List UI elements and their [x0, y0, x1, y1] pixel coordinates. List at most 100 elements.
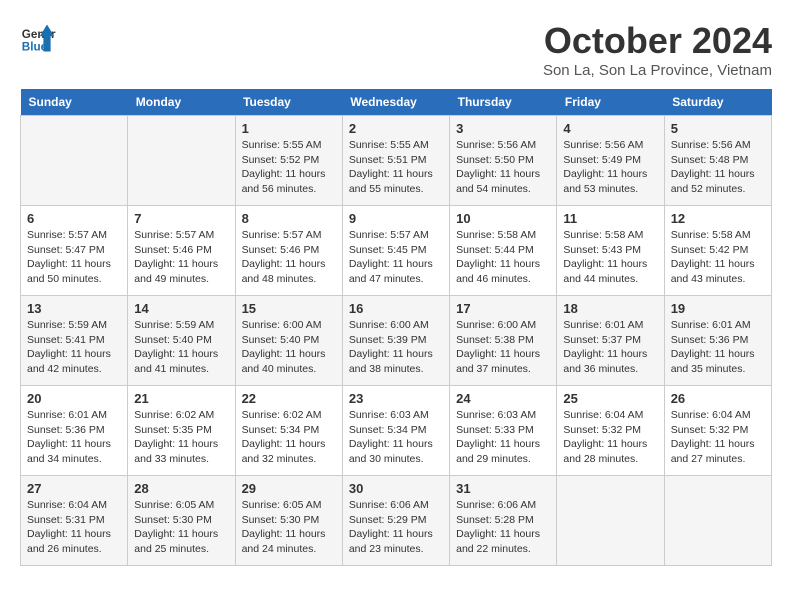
logo: General Blue: [20, 20, 56, 56]
weekday-header-row: SundayMondayTuesdayWednesdayThursdayFrid…: [21, 89, 772, 116]
calendar-cell: 24Sunrise: 6:03 AM Sunset: 5:33 PM Dayli…: [450, 386, 557, 476]
calendar-cell: 7Sunrise: 5:57 AM Sunset: 5:46 PM Daylig…: [128, 206, 235, 296]
day-info: Sunrise: 5:59 AM Sunset: 5:41 PM Dayligh…: [27, 318, 121, 377]
calendar-cell: 23 Sunrise: 6:03 AM Sunset: 5:34 PM Dayli…: [342, 386, 449, 476]
day-info: Sunrise: 5:58 AM Sunset: 5:44 PM Dayligh…: [456, 228, 550, 287]
day-number: 8: [242, 211, 336, 226]
calendar-cell: 18 Sunrise: 6:01 AM Sunset: 5:37 PM Dayli…: [557, 296, 664, 386]
calendar-cell: 14 Sunrise: 5:59 AM Sunset: 5:40 PM Dayli…: [128, 296, 235, 386]
day-info: Sunrise: 6:04 AM Sunset: 5:31 PM Dayligh…: [27, 498, 121, 557]
day-info: Sunrise: 6:05 AM Sunset: 5:30 PM Dayligh…: [134, 498, 228, 557]
calendar-cell: 16 Sunrise: 6:00 AM Sunset: 5:39 PM Dayli…: [342, 296, 449, 386]
calendar-cell: 4 Sunrise: 5:56 AM Sunset: 5:49 PM Daylig…: [557, 116, 664, 206]
calendar-cell: 20 Sunrise: 6:01 AM Sunset: 5:36 PM Dayli…: [21, 386, 128, 476]
day-info: Sunrise: 6:02 AM Sunset: 5:34 PM Dayligh…: [242, 408, 336, 467]
calendar-cell: 30 Sunrise: 6:06 AM Sunset: 5:29 PM Dayli…: [342, 476, 449, 566]
day-info: Sunrise: 6:03 AM Sunset: 5:34 PM Dayligh…: [349, 408, 443, 467]
day-info: Sunrise: 6:02 AM Sunset: 5:35 PM Dayligh…: [134, 408, 228, 467]
day-number: 6: [27, 211, 121, 226]
calendar-cell: [557, 476, 664, 566]
calendar-cell: 12 Sunrise: 5:58 AM Sunset: 5:42 PM Dayli…: [664, 206, 771, 296]
day-info: Sunrise: 6:01 AM Sunset: 5:36 PM Dayligh…: [671, 318, 765, 377]
day-info: Sunrise: 5:59 AM Sunset: 5:40 PM Dayligh…: [134, 318, 228, 377]
day-number: 25: [563, 391, 657, 406]
day-info: Sunrise: 6:01 AM Sunset: 5:37 PM Dayligh…: [563, 318, 657, 377]
weekday-header: Wednesday: [342, 89, 449, 116]
calendar-cell: 8 Sunrise: 5:57 AM Sunset: 5:46 PM Daylig…: [235, 206, 342, 296]
day-info: Sunrise: 5:58 AM Sunset: 5:43 PM Dayligh…: [563, 228, 657, 287]
day-number: 29: [242, 481, 336, 496]
day-info: Sunrise: 5:57 AM Sunset: 5:46 PM Dayligh…: [242, 228, 336, 287]
calendar-cell: 1Sunrise: 5:55 AM Sunset: 5:52 PM Daylig…: [235, 116, 342, 206]
calendar-week-row: 20 Sunrise: 6:01 AM Sunset: 5:36 PM Dayli…: [21, 386, 772, 476]
title-area: October 2024 Son La, Son La Province, Vi…: [543, 20, 772, 79]
location-subtitle: Son La, Son La Province, Vietnam: [543, 62, 772, 79]
day-number: 18: [563, 301, 657, 316]
calendar-cell: 19 Sunrise: 6:01 AM Sunset: 5:36 PM Dayli…: [664, 296, 771, 386]
day-info: Sunrise: 6:00 AM Sunset: 5:38 PM Dayligh…: [456, 318, 550, 377]
calendar-cell: 29 Sunrise: 6:05 AM Sunset: 5:30 PM Dayli…: [235, 476, 342, 566]
day-info: Sunrise: 5:57 AM Sunset: 5:45 PM Dayligh…: [349, 228, 443, 287]
day-number: 15: [242, 301, 336, 316]
day-info: Sunrise: 5:56 AM Sunset: 5:50 PM Dayligh…: [456, 138, 550, 197]
day-number: 22: [242, 391, 336, 406]
day-info: Sunrise: 5:58 AM Sunset: 5:42 PM Dayligh…: [671, 228, 765, 287]
calendar-cell: 15 Sunrise: 6:00 AM Sunset: 5:40 PM Dayli…: [235, 296, 342, 386]
calendar-cell: 26Sunrise: 6:04 AM Sunset: 5:32 PM Dayli…: [664, 386, 771, 476]
day-number: 23: [349, 391, 443, 406]
calendar-cell: 3Sunrise: 5:56 AM Sunset: 5:50 PM Daylig…: [450, 116, 557, 206]
day-info: Sunrise: 6:04 AM Sunset: 5:32 PM Dayligh…: [671, 408, 765, 467]
calendar-cell: 28 Sunrise: 6:05 AM Sunset: 5:30 PM Dayli…: [128, 476, 235, 566]
day-info: Sunrise: 5:56 AM Sunset: 5:49 PM Dayligh…: [563, 138, 657, 197]
day-number: 5: [671, 121, 765, 136]
day-number: 16: [349, 301, 443, 316]
day-info: Sunrise: 5:56 AM Sunset: 5:48 PM Dayligh…: [671, 138, 765, 197]
day-info: Sunrise: 6:04 AM Sunset: 5:32 PM Dayligh…: [563, 408, 657, 467]
calendar-cell: 6 Sunrise: 5:57 AM Sunset: 5:47 PM Daylig…: [21, 206, 128, 296]
day-number: 21: [134, 391, 228, 406]
calendar-cell: [664, 476, 771, 566]
day-number: 9: [349, 211, 443, 226]
day-info: Sunrise: 6:03 AM Sunset: 5:33 PM Dayligh…: [456, 408, 550, 467]
calendar-cell: [21, 116, 128, 206]
month-title: October 2024: [543, 20, 772, 62]
day-number: 27: [27, 481, 121, 496]
weekday-header: Monday: [128, 89, 235, 116]
day-info: Sunrise: 6:06 AM Sunset: 5:29 PM Dayligh…: [349, 498, 443, 557]
calendar-cell: 17Sunrise: 6:00 AM Sunset: 5:38 PM Dayli…: [450, 296, 557, 386]
day-info: Sunrise: 6:01 AM Sunset: 5:36 PM Dayligh…: [27, 408, 121, 467]
weekday-header: Sunday: [21, 89, 128, 116]
logo-icon: General Blue: [20, 20, 56, 56]
calendar-cell: 25 Sunrise: 6:04 AM Sunset: 5:32 PM Dayli…: [557, 386, 664, 476]
day-number: 12: [671, 211, 765, 226]
day-number: 13: [27, 301, 121, 316]
weekday-header: Saturday: [664, 89, 771, 116]
calendar-week-row: 6 Sunrise: 5:57 AM Sunset: 5:47 PM Daylig…: [21, 206, 772, 296]
day-info: Sunrise: 6:06 AM Sunset: 5:28 PM Dayligh…: [456, 498, 550, 557]
day-number: 2: [349, 121, 443, 136]
calendar-cell: 10Sunrise: 5:58 AM Sunset: 5:44 PM Dayli…: [450, 206, 557, 296]
calendar-week-row: 27 Sunrise: 6:04 AM Sunset: 5:31 PM Dayli…: [21, 476, 772, 566]
day-info: Sunrise: 6:05 AM Sunset: 5:30 PM Dayligh…: [242, 498, 336, 557]
day-number: 28: [134, 481, 228, 496]
day-number: 1: [242, 121, 336, 136]
day-number: 30: [349, 481, 443, 496]
calendar-week-row: 1Sunrise: 5:55 AM Sunset: 5:52 PM Daylig…: [21, 116, 772, 206]
day-number: 14: [134, 301, 228, 316]
day-number: 4: [563, 121, 657, 136]
calendar-cell: 27 Sunrise: 6:04 AM Sunset: 5:31 PM Dayli…: [21, 476, 128, 566]
day-info: Sunrise: 6:00 AM Sunset: 5:39 PM Dayligh…: [349, 318, 443, 377]
calendar-cell: 13 Sunrise: 5:59 AM Sunset: 5:41 PM Dayli…: [21, 296, 128, 386]
day-number: 19: [671, 301, 765, 316]
day-info: Sunrise: 5:57 AM Sunset: 5:47 PM Dayligh…: [27, 228, 121, 287]
calendar-cell: 9 Sunrise: 5:57 AM Sunset: 5:45 PM Daylig…: [342, 206, 449, 296]
calendar-cell: 11 Sunrise: 5:58 AM Sunset: 5:43 PM Dayli…: [557, 206, 664, 296]
day-info: Sunrise: 5:57 AM Sunset: 5:46 PM Dayligh…: [134, 228, 228, 287]
day-number: 11: [563, 211, 657, 226]
day-number: 31: [456, 481, 550, 496]
day-info: Sunrise: 6:00 AM Sunset: 5:40 PM Dayligh…: [242, 318, 336, 377]
calendar-cell: [128, 116, 235, 206]
calendar-table: SundayMondayTuesdayWednesdayThursdayFrid…: [20, 89, 772, 566]
calendar-cell: 22 Sunrise: 6:02 AM Sunset: 5:34 PM Dayli…: [235, 386, 342, 476]
day-number: 20: [27, 391, 121, 406]
